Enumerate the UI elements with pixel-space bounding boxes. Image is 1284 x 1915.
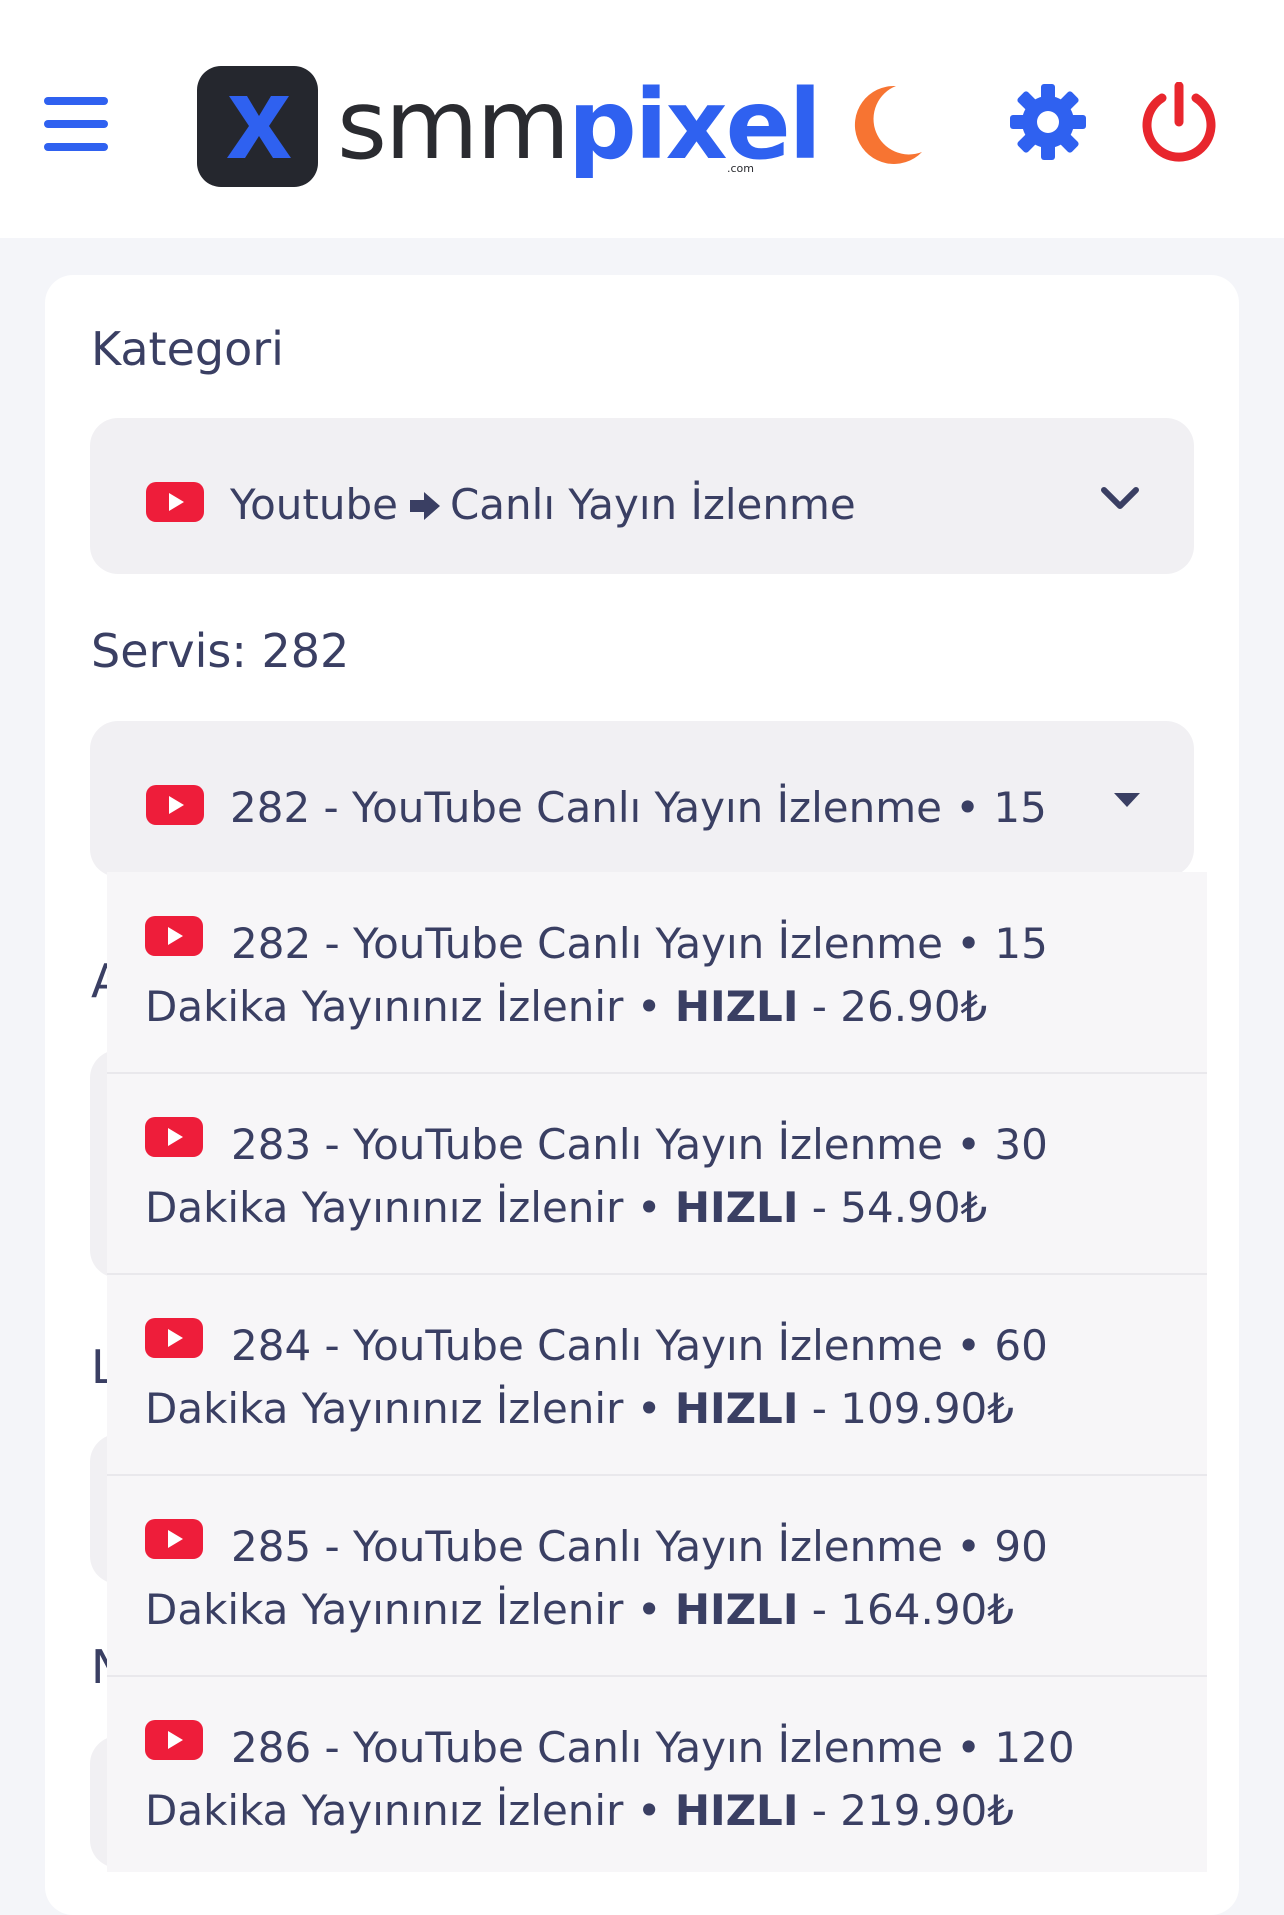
logo-brand: pixel — [568, 69, 822, 181]
service-option-286[interactable]: 286 - YouTube Canlı Yayın İzlenme • 120 … — [107, 1676, 1207, 1872]
service-option-text: 284 - YouTube Canlı Yayın İzlenme • 60 D… — [145, 1314, 1185, 1440]
service-option-speed: HIZLI — [674, 982, 799, 1031]
service-option-price: - 54.90₺ — [798, 1183, 988, 1232]
service-option-desc: Dakika Yayınınız İzlenir • — [145, 982, 675, 1031]
service-option-284[interactable]: 284 - YouTube Canlı Yayın İzlenme • 60 D… — [107, 1274, 1207, 1476]
service-option-285[interactable]: 285 - YouTube Canlı Yayın İzlenme • 90 D… — [107, 1475, 1207, 1677]
service-option-line1: 286 - YouTube Canlı Yayın İzlenme • 120 — [231, 1723, 1075, 1772]
service-option-line1: 285 - YouTube Canlı Yayın İzlenme • 90 — [231, 1522, 1048, 1571]
category-select[interactable]: Youtube Canlı Yayın İzlenme — [90, 418, 1194, 574]
service-dropdown-list: 282 - YouTube Canlı Yayın İzlenme • 15 D… — [107, 872, 1207, 1872]
service-option-text: 285 - YouTube Canlı Yayın İzlenme • 90 D… — [145, 1515, 1185, 1641]
service-option-line2: Dakika Yayınınız İzlenir • HIZLI - 54.90… — [145, 1176, 1185, 1239]
moon-icon[interactable] — [850, 82, 926, 164]
logo-mark-icon — [197, 66, 318, 187]
service-option-line1: 283 - YouTube Canlı Yayın İzlenme • 30 — [231, 1120, 1048, 1169]
service-option-line1: 282 - YouTube Canlı Yayın İzlenme • 15 — [231, 919, 1048, 968]
logo-prefix: smm — [337, 69, 570, 181]
category-selected-value: Youtube Canlı Yayın İzlenme — [230, 480, 856, 529]
hamburger-menu-icon[interactable] — [42, 95, 110, 153]
category-platform: Youtube — [230, 480, 398, 529]
caret-down-icon — [1112, 791, 1142, 813]
service-option-price: - 109.90₺ — [798, 1384, 1014, 1433]
youtube-icon — [146, 482, 204, 522]
service-option-desc: Dakika Yayınınız İzlenir • — [145, 1384, 675, 1433]
service-option-speed: HIZLI — [674, 1585, 799, 1634]
smmpixel-logo[interactable]: smmpixel .com — [197, 66, 822, 190]
service-option-price: - 164.90₺ — [798, 1585, 1014, 1634]
category-subcategory: Canlı Yayın İzlenme — [449, 480, 856, 529]
service-option-desc: Dakika Yayınınız İzlenir • — [145, 1183, 675, 1232]
gear-icon[interactable] — [1010, 84, 1086, 160]
logo-suffix: .com — [727, 162, 754, 175]
service-option-283[interactable]: 283 - YouTube Canlı Yayın İzlenme • 30 D… — [107, 1073, 1207, 1275]
service-option-price: - 26.90₺ — [798, 982, 988, 1031]
top-header: smmpixel .com — [0, 0, 1284, 238]
service-option-text: 282 - YouTube Canlı Yayın İzlenme • 15 D… — [145, 912, 1185, 1038]
service-option-price: - 219.90₺ — [798, 1786, 1014, 1835]
service-option-desc: Dakika Yayınınız İzlenir • — [145, 1786, 675, 1835]
service-option-line2: Dakika Yayınınız İzlenir • HIZLI - 164.9… — [145, 1578, 1185, 1641]
service-option-speed: HIZLI — [674, 1384, 799, 1433]
arrow-right-icon — [409, 492, 440, 520]
chevron-down-icon — [1100, 486, 1140, 516]
service-option-desc: Dakika Yayınınız İzlenir • — [145, 1585, 675, 1634]
service-label: Servis: 282 — [91, 624, 350, 678]
service-option-282[interactable]: 282 - YouTube Canlı Yayın İzlenme • 15 D… — [107, 872, 1207, 1074]
service-selected-value: 282 - YouTube Canlı Yayın İzlenme • 15 — [230, 783, 1047, 832]
service-option-line2: Dakika Yayınınız İzlenir • HIZLI - 109.9… — [145, 1377, 1185, 1440]
service-option-speed: HIZLI — [674, 1183, 799, 1232]
power-icon[interactable] — [1140, 81, 1218, 162]
service-option-line2: Dakika Yayınınız İzlenir • HIZLI - 219.9… — [145, 1779, 1185, 1842]
category-label: Kategori — [91, 322, 284, 376]
service-option-text: 286 - YouTube Canlı Yayın İzlenme • 120 … — [145, 1716, 1185, 1842]
service-select[interactable]: 282 - YouTube Canlı Yayın İzlenme • 15 — [90, 721, 1194, 877]
service-option-line1: 284 - YouTube Canlı Yayın İzlenme • 60 — [231, 1321, 1048, 1370]
youtube-icon — [146, 785, 204, 825]
service-option-speed: HIZLI — [674, 1786, 799, 1835]
service-option-line2: Dakika Yayınınız İzlenir • HIZLI - 26.90… — [145, 975, 1185, 1038]
service-option-text: 283 - YouTube Canlı Yayın İzlenme • 30 D… — [145, 1113, 1185, 1239]
